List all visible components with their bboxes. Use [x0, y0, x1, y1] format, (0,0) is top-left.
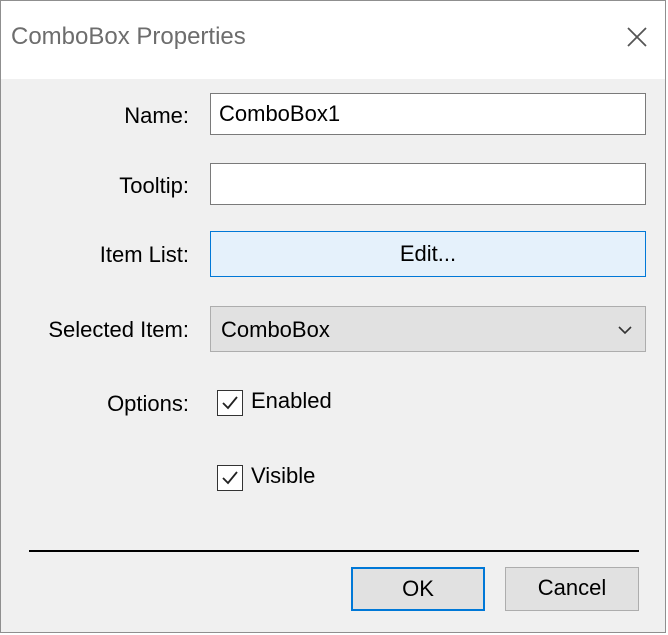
selected-item-value: ComboBox — [221, 317, 330, 342]
item-list-label: Item List: — [99, 242, 189, 267]
visible-checkbox[interactable] — [217, 465, 243, 491]
chevron-down-icon — [615, 321, 635, 339]
tooltip-label: Tooltip: — [119, 173, 189, 198]
selected-item-label: Selected Item: — [48, 317, 189, 342]
combobox-properties-dialog: ComboBox Properties Name: Tooltip: Item … — [0, 0, 666, 633]
dialog-title: ComboBox Properties — [11, 23, 246, 50]
ok-button[interactable]: OK — [351, 567, 485, 611]
cancel-button[interactable]: Cancel — [505, 567, 639, 611]
name-field[interactable] — [210, 93, 646, 135]
close-icon[interactable] — [621, 21, 653, 53]
enabled-checkbox[interactable] — [217, 390, 243, 416]
edit-item-list-button[interactable]: Edit... — [210, 231, 646, 277]
separator — [29, 550, 639, 552]
enabled-label: Enabled — [251, 388, 332, 413]
options-label: Options: — [107, 391, 189, 416]
name-label: Name: — [124, 103, 189, 128]
tooltip-field[interactable] — [210, 163, 646, 205]
visible-label: Visible — [251, 463, 316, 488]
selected-item-dropdown[interactable]: ComboBox — [210, 306, 646, 352]
title-bar: ComboBox Properties — [1, 1, 665, 79]
